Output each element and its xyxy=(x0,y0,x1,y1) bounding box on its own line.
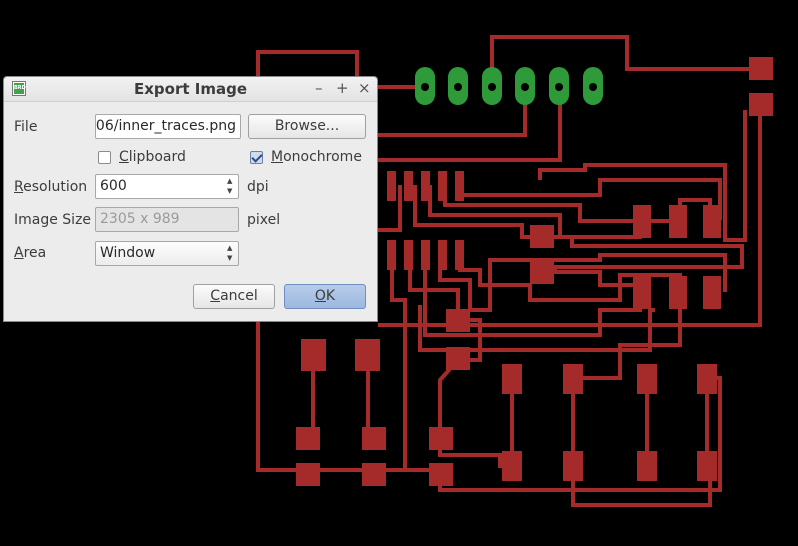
image-size-label: Image Size xyxy=(14,212,92,228)
browse-button[interactable]: Browse... xyxy=(248,114,366,139)
minimize-icon[interactable]: – xyxy=(315,79,323,97)
clipboard-label[interactable]: Clipboard xyxy=(119,149,186,165)
export-image-dialog: BRD Export Image – + × File …/06/inner_t… xyxy=(3,76,378,322)
file-path-input[interactable]: …/06/inner_traces.png xyxy=(95,114,241,139)
image-size-unit: pixel xyxy=(247,212,281,228)
cancel-button[interactable]: Cancel xyxy=(193,284,275,309)
image-size-field: 2305 x 989 xyxy=(95,207,239,232)
spin-arrows-icon[interactable]: ▲ ▼ xyxy=(225,175,236,198)
resolution-label: Resolution xyxy=(14,179,88,195)
resolution-unit: dpi xyxy=(247,179,269,195)
resolution-spinbox[interactable]: 600 ▲ ▼ xyxy=(95,174,239,199)
chevron-updown-icon[interactable]: ▲ ▼ xyxy=(225,242,236,265)
area-select[interactable]: Window ▲ ▼ xyxy=(95,241,239,266)
ok-button[interactable]: OK xyxy=(284,284,366,309)
monochrome-checkbox[interactable] xyxy=(250,151,263,164)
close-icon[interactable]: × xyxy=(358,79,371,97)
file-label: File xyxy=(14,119,38,135)
connector-header xyxy=(415,67,603,105)
clipboard-checkbox[interactable] xyxy=(98,151,111,164)
dialog-titlebar[interactable]: BRD Export Image – + × xyxy=(4,77,377,102)
monochrome-label[interactable]: Monochrome xyxy=(271,149,362,165)
maximize-icon[interactable]: + xyxy=(336,79,349,97)
area-label: Area xyxy=(14,245,47,261)
